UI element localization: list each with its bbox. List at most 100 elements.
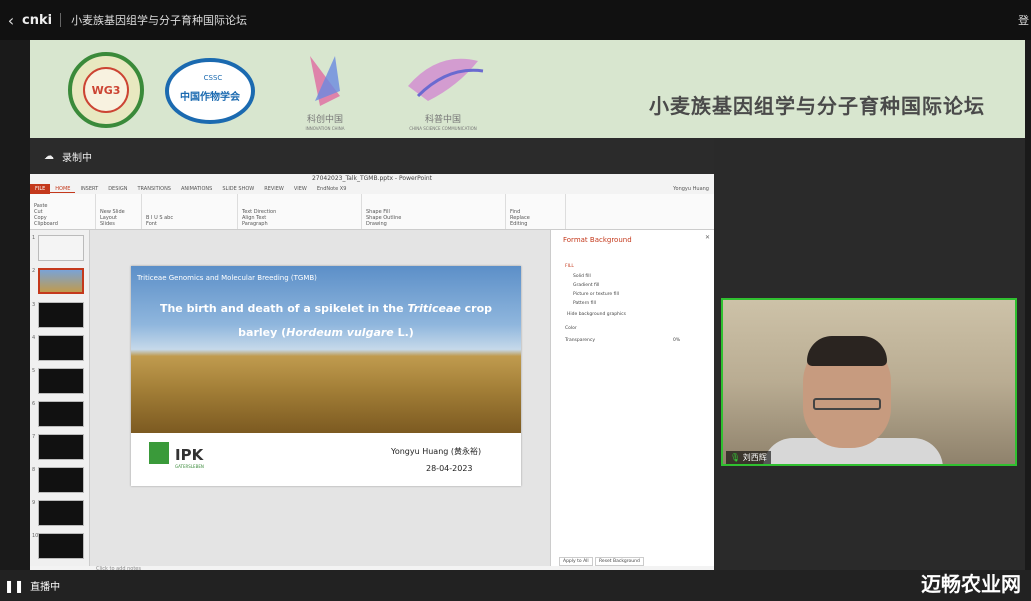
transparency-label: Transparency xyxy=(565,338,596,343)
tab-transitions[interactable]: TRANSITIONS xyxy=(132,186,176,192)
solid-fill-option[interactable]: Solid fill xyxy=(573,274,591,279)
tab-animations[interactable]: ANIMATIONS xyxy=(176,186,217,192)
ribbon: Paste Cut Copy Clipboard New Slide Layou… xyxy=(30,194,714,230)
speaker-hair xyxy=(807,336,887,366)
microphone-icon: 🎙 xyxy=(730,453,741,462)
tab-view[interactable]: VIEW xyxy=(289,186,312,192)
group-label-editing: Editing xyxy=(510,221,528,227)
wheat-field-image xyxy=(131,266,521,433)
ppt-window-title: 27042023_Talk_TGMB.pptx - PowerPoint xyxy=(30,174,714,184)
picture-fill-option[interactable]: Picture or texture fill xyxy=(573,292,619,297)
slide-number: 8 xyxy=(32,467,36,473)
current-slide[interactable]: Triticeae Genomics and Molecular Breedin… xyxy=(131,266,521,486)
close-icon[interactable]: ✕ xyxy=(705,234,710,241)
cloud-icon: ☁ xyxy=(44,150,54,162)
tab-design[interactable]: DESIGN xyxy=(103,186,132,192)
slide-number: 9 xyxy=(32,500,36,506)
apply-to-all-button[interactable]: Apply to All xyxy=(559,557,593,566)
reset-background-button[interactable]: Reset Background xyxy=(595,557,644,566)
slide-thumbnails: 1 2 3 4 5 6 7 8 9 10 xyxy=(30,230,90,566)
slide-thumbnail[interactable] xyxy=(38,401,84,427)
group-label-paragraph: Paragraph xyxy=(242,221,268,227)
tab-insert[interactable]: INSERT xyxy=(75,186,103,192)
color-label: Color xyxy=(565,326,577,331)
svg-text:CSSC: CSSC xyxy=(204,74,223,82)
slide-thumbnail[interactable] xyxy=(38,302,84,328)
slide-thumbnail[interactable] xyxy=(38,235,84,261)
group-label-font: Font xyxy=(146,221,157,227)
tab-slide-show[interactable]: SLIDE SHOW xyxy=(217,186,259,192)
slide-thumbnail[interactable] xyxy=(38,368,84,394)
pause-icon[interactable]: ❚❚ xyxy=(4,579,24,593)
slide-title-line1: The birth and death of a spikelet in the… xyxy=(159,302,493,315)
tab-review[interactable]: REVIEW xyxy=(259,186,289,192)
live-status: 直播中 xyxy=(30,582,61,593)
ipk-logo-mark xyxy=(149,442,169,464)
page-title: 小麦族基因组学与分子育种国际论坛 xyxy=(71,14,248,27)
slides-group: New Slide Layout Slides xyxy=(96,194,142,229)
tab-endnote[interactable]: EndNote X9 xyxy=(312,186,352,192)
watermark: 迈畅农业网 xyxy=(921,572,1021,596)
recording-label: 录制中 xyxy=(62,152,92,164)
slide-number: 4 xyxy=(32,335,36,341)
wg3-logo: WG3 xyxy=(68,52,144,128)
ipk-logo: IPK GATERSLEBEN xyxy=(175,446,204,469)
group-label-clipboard: Clipboard xyxy=(34,221,58,227)
hide-graphics-checkbox[interactable]: Hide background graphics xyxy=(567,312,626,317)
tab-file[interactable]: FILE xyxy=(30,184,51,194)
slide-thumbnail-selected[interactable] xyxy=(38,268,84,294)
top-bar: ‹ cnki 小麦族基因组学与分子育种国际论坛 登 xyxy=(0,0,1031,40)
slide-thumbnail[interactable] xyxy=(38,467,84,493)
cssc-logo: CSSC 中国作物学会 xyxy=(165,58,255,124)
event-banner: WG3 CSSC 中国作物学会 科创中国 INNOVATION CHINA 科普… xyxy=(30,40,1025,138)
divider xyxy=(60,13,62,27)
slide-thumbnail[interactable] xyxy=(38,335,84,361)
format-pane-title: Format Background xyxy=(563,236,632,244)
slide-number: 5 xyxy=(32,368,36,374)
svg-text:WG3: WG3 xyxy=(92,84,121,97)
china-science-logo: 科普中国 CHINA SCIENCE COMMUNICATION xyxy=(408,58,484,131)
svg-text:中国作物学会: 中国作物学会 xyxy=(180,90,240,103)
group-label-drawing: Drawing xyxy=(366,221,387,227)
paragraph-group: Text Direction Align Text Paragraph xyxy=(238,194,362,229)
speaker-name: 刘西辉 xyxy=(742,453,767,462)
powerpoint-window: 27042023_Talk_TGMB.pptx - PowerPoint FIL… xyxy=(30,174,714,586)
drawing-group: Shape Fill Shape Outline Drawing xyxy=(362,194,506,229)
speaker-name-tag: 🎙 刘西辉 xyxy=(726,451,771,464)
recording-indicator: ☁ 录制中 xyxy=(30,138,714,174)
tab-home[interactable]: HOME xyxy=(50,186,76,193)
group-label-slides: Slides xyxy=(100,221,115,227)
slide-number: 7 xyxy=(32,434,36,440)
slide-number: 3 xyxy=(32,302,36,308)
svg-text:CHINA SCIENCE COMMUNICATION: CHINA SCIENCE COMMUNICATION xyxy=(409,126,477,131)
format-background-pane: Format Background ✕ FILL Solid fill Grad… xyxy=(550,230,714,566)
clipboard-group: Paste Cut Copy Clipboard xyxy=(30,194,96,229)
fill-section[interactable]: FILL xyxy=(565,264,574,269)
innovation-china-logo: 科创中国 INNOVATION CHINA xyxy=(306,56,345,131)
slide-canvas: Triticeae Genomics and Molecular Breedin… xyxy=(90,230,550,566)
slide-title-line2: barley (Hordeum vulgare L.) xyxy=(238,326,414,339)
cnki-logo: cnki xyxy=(22,12,53,28)
sign-in-button[interactable]: 登 xyxy=(1018,12,1029,28)
slide-date: 28-04-2023 xyxy=(426,464,473,473)
slide-number: 6 xyxy=(32,401,36,407)
slide-subtitle: Triticeae Genomics and Molecular Breedin… xyxy=(137,274,317,282)
slide-thumbnail[interactable] xyxy=(38,533,84,559)
slide-thumbnail[interactable] xyxy=(38,500,84,526)
slide-number: 2 xyxy=(32,268,36,274)
slide-number: 1 xyxy=(32,235,36,241)
svg-text:INNOVATION CHINA: INNOVATION CHINA xyxy=(306,126,345,131)
editing-group: Find Replace Editing xyxy=(506,194,566,229)
slide-thumbnail[interactable] xyxy=(38,434,84,460)
speaker-glasses xyxy=(813,398,881,410)
speaker-video[interactable]: 🎙 刘西辉 xyxy=(721,298,1017,466)
chevron-left-icon[interactable]: ‹ xyxy=(0,11,22,30)
bottom-bar: ❚❚ 直播中 迈畅农业网 xyxy=(0,570,1031,601)
font-group: B I U S abc Font xyxy=(142,194,238,229)
transparency-input[interactable]: 0% xyxy=(673,338,680,343)
ribbon-tabs: FILE HOME INSERT DESIGN TRANSITIONS ANIM… xyxy=(30,184,714,194)
gradient-fill-option[interactable]: Gradient fill xyxy=(573,283,599,288)
pattern-fill-option[interactable]: Pattern fill xyxy=(573,301,596,306)
ppt-user[interactable]: Yongyu Huang xyxy=(668,186,714,192)
banner-title: 小麦族基因组学与分子育种国际论坛 xyxy=(649,94,985,118)
